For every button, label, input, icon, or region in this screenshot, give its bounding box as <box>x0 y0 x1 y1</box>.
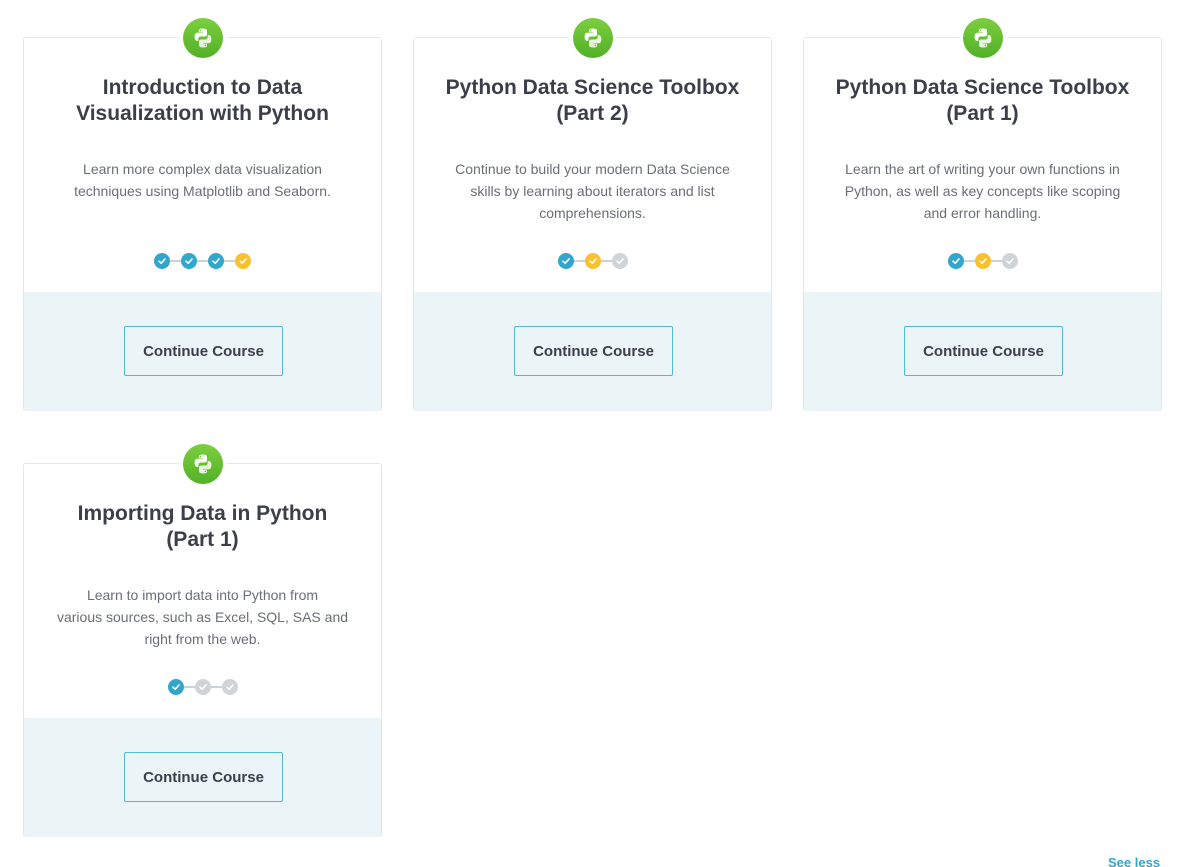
course-description: Learn the art of writing your own functi… <box>834 158 1131 224</box>
check-icon <box>211 256 221 266</box>
course-title-line: (Part 1) <box>166 528 239 551</box>
chapter-step-todo <box>221 679 238 695</box>
step-connector <box>183 686 195 688</box>
course-description: Continue to build your modern Data Scien… <box>444 158 741 224</box>
check-icon <box>157 256 167 266</box>
course-title-line: Visualization with Python <box>76 102 329 125</box>
course-description: Learn more complex data visualization te… <box>54 158 351 202</box>
course-grid: Introduction to Data Visualization with … <box>0 0 1191 867</box>
chapter-progress <box>24 678 381 696</box>
step-connector <box>224 260 235 262</box>
card-footer: Continue Course <box>414 292 771 411</box>
python-icon <box>183 18 223 58</box>
continue-course-button[interactable]: Continue Course <box>904 326 1063 376</box>
course-description-line: Continue to build your modern Data Scien… <box>455 161 730 177</box>
chapter-progress <box>804 252 1161 270</box>
check-icon <box>588 256 598 266</box>
chapter-step-todo <box>1001 253 1018 269</box>
card-footer: Continue Course <box>804 292 1161 411</box>
course-card: Introduction to Data Visualization with … <box>23 18 382 411</box>
step-connector <box>963 260 975 262</box>
continue-course-button[interactable]: Continue Course <box>124 752 283 802</box>
chapter-step-done <box>181 253 197 269</box>
check-icon <box>171 682 181 692</box>
step-connector <box>197 260 208 262</box>
check-icon <box>184 256 194 266</box>
chapter-step-done <box>208 253 224 269</box>
check-icon <box>561 256 571 266</box>
course-title-line: Introduction to Data <box>102 76 303 99</box>
python-icon <box>573 18 613 58</box>
course-title-line: Python Data Science Toolbox <box>445 76 740 99</box>
check-icon <box>198 682 208 692</box>
course-description-line: various sources, such as Excel, SQL, SAS… <box>56 609 349 625</box>
chapter-step-current <box>974 253 991 269</box>
course-title: Python Data Science Toolbox (Part 1) <box>824 75 1141 127</box>
continue-course-button[interactable]: Continue Course <box>514 326 673 376</box>
course-description: Learn to import data into Python from va… <box>54 584 351 650</box>
step-connector <box>600 260 612 262</box>
card-header: Introduction to Data Visualization with … <box>24 18 381 292</box>
course-title: Python Data Science Toolbox (Part 2) <box>434 75 751 127</box>
card-footer: Continue Course <box>24 292 381 411</box>
check-icon <box>225 682 235 692</box>
course-description-line: skills by learning about iterators and l… <box>470 183 715 199</box>
step-connector <box>210 686 222 688</box>
chapter-step-done <box>154 253 170 269</box>
chapter-step-done <box>557 253 574 269</box>
course-description-line: right from the web. <box>144 631 261 647</box>
step-connector <box>990 260 1002 262</box>
course-title: Importing Data in Python (Part 1) <box>44 501 361 553</box>
chapter-step-done <box>167 679 184 695</box>
python-icon <box>963 18 1003 58</box>
check-icon <box>978 256 988 266</box>
chapter-progress <box>24 252 381 270</box>
chapter-step-done <box>947 253 964 269</box>
card-header: Python Data Science Toolbox (Part 2) Con… <box>414 18 771 292</box>
step-connector <box>170 260 181 262</box>
course-description-line: techniques using Matplotlib and Seaborn. <box>74 183 331 199</box>
see-less-link[interactable]: See less <box>1108 855 1160 867</box>
step-connector <box>573 260 585 262</box>
check-icon <box>238 256 248 266</box>
course-description-line: and error handling. <box>923 205 1042 221</box>
course-title-line: Python Data Science Toolbox <box>835 76 1130 99</box>
course-card: Python Data Science Toolbox (Part 2) Con… <box>413 18 772 411</box>
course-description-line: Learn the art of writing your own functi… <box>845 161 1120 177</box>
course-title-line: Importing Data in Python <box>77 502 328 525</box>
chapter-progress <box>414 252 771 270</box>
card-footer: Continue Course <box>24 718 381 837</box>
card-header: Importing Data in Python (Part 1) Learn … <box>24 444 381 718</box>
chapter-step-todo <box>194 679 211 695</box>
course-description-line: Learn to import data into Python from <box>86 587 319 603</box>
chapter-step-current <box>235 253 251 269</box>
chapter-step-current <box>584 253 601 269</box>
card-header: Python Data Science Toolbox (Part 1) Lea… <box>804 18 1161 292</box>
continue-course-button[interactable]: Continue Course <box>124 326 283 376</box>
check-icon <box>1005 256 1015 266</box>
course-card: Importing Data in Python (Part 1) Learn … <box>23 444 382 837</box>
python-icon <box>183 444 223 484</box>
course-description-line: Learn more complex data visualization <box>83 161 322 177</box>
course-title-line: (Part 2) <box>556 102 629 125</box>
course-title: Introduction to Data Visualization with … <box>44 75 361 127</box>
course-description-line: comprehensions. <box>539 205 646 221</box>
chapter-step-todo <box>611 253 628 269</box>
check-icon <box>615 256 625 266</box>
course-card: Python Data Science Toolbox (Part 1) Lea… <box>803 18 1162 411</box>
course-description-line: Python, as well as key concepts like sco… <box>844 183 1121 199</box>
check-icon <box>951 256 961 266</box>
course-title-line: (Part 1) <box>946 102 1019 125</box>
